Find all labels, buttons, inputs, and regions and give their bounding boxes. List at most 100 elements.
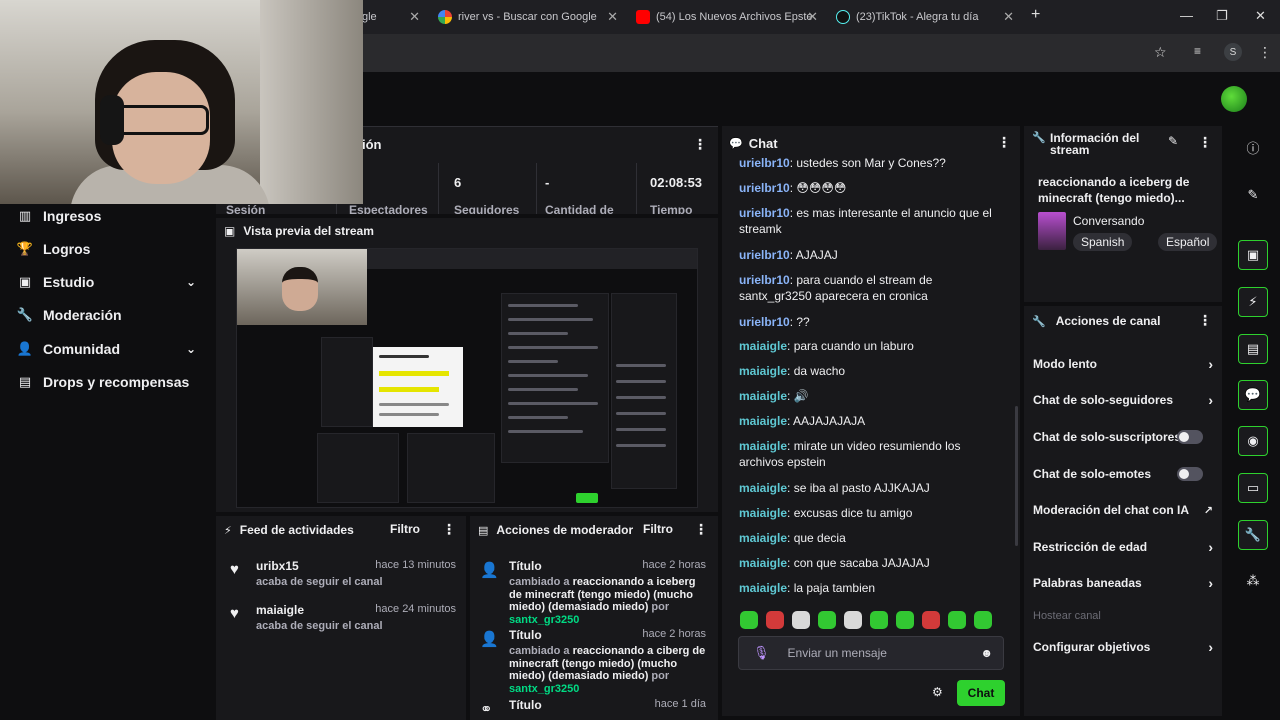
- user-avatar[interactable]: [1221, 86, 1247, 112]
- emote-icon[interactable]: [766, 611, 784, 629]
- info-icon[interactable]: ⓘ: [1238, 132, 1268, 162]
- nav-item-comunidad[interactable]: 👤 Comunidad ⌄: [16, 337, 206, 361]
- chat-message: maiaigle: la paja tambien: [739, 581, 876, 595]
- chat-username[interactable]: maiaigle: [739, 556, 787, 570]
- chat-username[interactable]: maiaigle: [739, 481, 787, 495]
- pencil-icon[interactable]: ✎: [1238, 180, 1268, 210]
- action-set-goals[interactable]: Configurar objetivos ›: [1033, 637, 1213, 657]
- chat-scrollbar[interactable]: [1015, 406, 1018, 546]
- kebab-menu-icon[interactable]: ⋮: [442, 521, 456, 538]
- chat-username[interactable]: maiaigle: [739, 439, 787, 453]
- chat-username[interactable]: maiaigle: [739, 389, 787, 403]
- tag-badge[interactable]: Español: [1158, 233, 1218, 251]
- chat-username[interactable]: maiaigle: [739, 364, 787, 378]
- bookmark-star-icon[interactable]: ☆: [1154, 44, 1167, 61]
- tab-close-icon[interactable]: ✕: [409, 9, 420, 25]
- gear-icon[interactable]: ⚙: [932, 685, 943, 699]
- close-window-button[interactable]: ✕: [1255, 8, 1266, 24]
- chevron-right-icon: ›: [1208, 392, 1213, 408]
- tab-close-icon[interactable]: ✕: [807, 9, 818, 25]
- category-name[interactable]: Conversando: [1073, 214, 1144, 228]
- chat-input-box[interactable]: 🎙 ☻: [738, 636, 1004, 670]
- clip-icon[interactable]: ▣: [1238, 240, 1268, 270]
- chat-username[interactable]: maiaigle: [739, 581, 787, 595]
- browser-tab[interactable]: (54) Los Nuevos Archivos Epste ✕: [630, 4, 824, 30]
- chat-username[interactable]: urielbr10: [739, 156, 790, 170]
- tag-badge[interactable]: Spanish: [1073, 233, 1133, 251]
- microphone-icon[interactable]: 🎙: [753, 645, 770, 661]
- minimize-button[interactable]: —: [1180, 8, 1193, 23]
- nav-item-estudio[interactable]: ▣ Estudio ⌄: [16, 270, 206, 294]
- kebab-menu-icon[interactable]: ⋮: [1198, 312, 1212, 329]
- tab-close-icon[interactable]: ✕: [1003, 9, 1014, 25]
- chat-username[interactable]: urielbr10: [739, 273, 790, 287]
- edit-pencil-icon[interactable]: ✎: [1168, 134, 1178, 148]
- emote-icon[interactable]: [792, 611, 810, 629]
- chat-username[interactable]: urielbr10: [739, 206, 790, 220]
- filter-button[interactable]: Filtro: [390, 522, 420, 536]
- subscribers-only-toggle[interactable]: [1177, 430, 1203, 444]
- media-controls-icon[interactable]: ≡: [1194, 44, 1201, 58]
- nav-item-ingresos[interactable]: ▥ Ingresos: [16, 204, 206, 228]
- send-chat-button[interactable]: Chat: [957, 680, 1005, 706]
- bolt-icon[interactable]: ⚡: [1238, 287, 1268, 317]
- emote-icon[interactable]: [974, 611, 992, 629]
- chat-message: maiaigle: da wacho: [739, 364, 846, 378]
- new-tab-button[interactable]: +: [1031, 6, 1040, 24]
- category-thumbnail: [1038, 212, 1066, 250]
- chat-bubble-icon[interactable]: 💬: [1238, 380, 1268, 410]
- chat-username[interactable]: urielbr10: [739, 248, 790, 262]
- browser-tab[interactable]: gle ✕: [356, 4, 426, 30]
- profile-avatar[interactable]: S: [1224, 43, 1242, 61]
- kebab-menu-icon[interactable]: ⋮: [694, 521, 708, 538]
- kebab-menu-icon[interactable]: ⋮: [997, 134, 1011, 151]
- chat-message: maiaigle: para cuando un laburo: [739, 339, 914, 353]
- browser-menu-icon[interactable]: ⋮: [1258, 44, 1272, 61]
- feed-user[interactable]: uribx15: [256, 559, 299, 573]
- add-action-icon[interactable]: ⁂: [1238, 566, 1268, 596]
- nav-item-moderacion[interactable]: 🔧 Moderación: [16, 303, 206, 327]
- stream-preview-video[interactable]: [236, 248, 698, 508]
- emote-icon[interactable]: [896, 611, 914, 629]
- nav-item-logros[interactable]: 🏆 Logros: [16, 237, 206, 261]
- action-ai-moderation[interactable]: Moderación del chat con IA ↗: [1033, 500, 1213, 520]
- action-followers-only[interactable]: Chat de solo-seguidores ›: [1033, 390, 1213, 410]
- browser-tab[interactable]: river vs - Buscar con Google ✕: [432, 4, 624, 30]
- feed-user[interactable]: maiaigle: [256, 603, 304, 617]
- chat-username[interactable]: maiaigle: [739, 339, 787, 353]
- chat-username[interactable]: maiaigle: [739, 531, 787, 545]
- screen-icon[interactable]: ▭: [1238, 473, 1268, 503]
- stream-title: reaccionando a iceberg de minecraft (ten…: [1038, 175, 1190, 205]
- kebab-menu-icon[interactable]: ⋮: [693, 136, 707, 153]
- filter-button[interactable]: Filtro: [643, 522, 673, 536]
- chat-message-input[interactable]: [787, 646, 981, 660]
- chat-username[interactable]: urielbr10: [739, 315, 790, 329]
- document-icon[interactable]: ▤: [1238, 334, 1268, 364]
- emote-icon[interactable]: [740, 611, 758, 629]
- action-banned-words[interactable]: Palabras baneadas ›: [1033, 573, 1213, 593]
- wrench-icon[interactable]: 🔧: [1238, 520, 1268, 550]
- stat-value-followers: 6: [454, 175, 462, 190]
- nav-item-drops[interactable]: ▤ Drops y recompensas: [16, 370, 206, 394]
- chat-username[interactable]: maiaigle: [739, 414, 787, 428]
- panel-header: 🔧 Acciones de canal: [1032, 314, 1160, 328]
- browser-tab[interactable]: (23)TikTok - Alegra tu día ✕: [830, 4, 1020, 30]
- action-age-restriction[interactable]: Restricción de edad ›: [1033, 537, 1213, 557]
- kebab-menu-icon[interactable]: ⋮: [1198, 134, 1212, 151]
- chevron-down-icon: ⌄: [185, 275, 196, 289]
- chat-username[interactable]: maiaigle: [739, 506, 787, 520]
- chat-username[interactable]: urielbr10: [739, 181, 790, 195]
- emote-icon[interactable]: [870, 611, 888, 629]
- emoji-picker-icon[interactable]: ☻: [980, 646, 993, 660]
- emote-icon[interactable]: [844, 611, 862, 629]
- tab-close-icon[interactable]: ✕: [607, 9, 618, 25]
- maximize-button[interactable]: ❐: [1216, 8, 1228, 24]
- emote-icon[interactable]: [922, 611, 940, 629]
- emotes-only-toggle[interactable]: [1177, 467, 1203, 481]
- emote-icon[interactable]: [818, 611, 836, 629]
- action-slow-mode[interactable]: Modo lento ›: [1033, 354, 1213, 374]
- emote-icon[interactable]: [948, 611, 966, 629]
- broadcast-icon[interactable]: ◉: [1238, 426, 1268, 456]
- wrench-icon: 🔧: [16, 307, 34, 322]
- stat-label-viewers: Espectadores: [349, 203, 428, 214]
